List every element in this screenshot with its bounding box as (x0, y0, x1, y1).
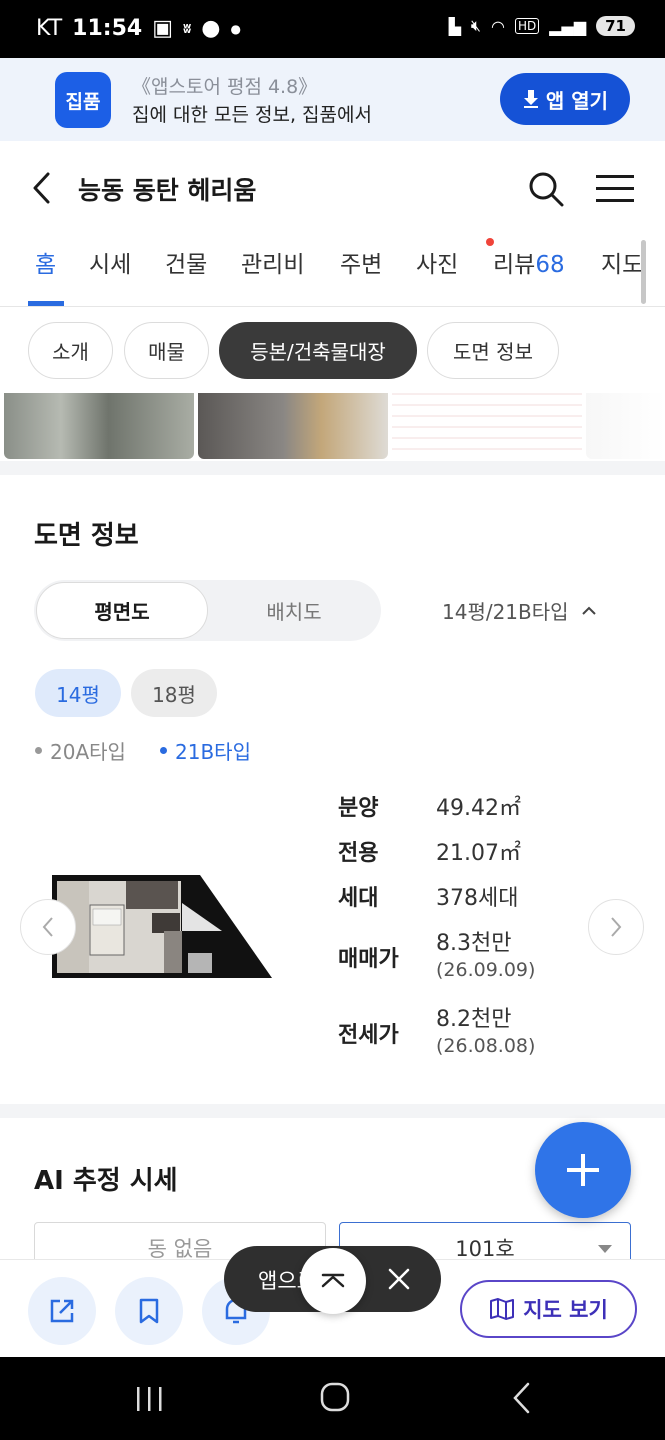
screenshot-icon: ▣ (152, 16, 173, 41)
chevron-up-icon (321, 1273, 345, 1288)
carrier: KT (36, 16, 63, 41)
chevron-right-icon (611, 917, 622, 937)
add-fab-button[interactable] (535, 1122, 631, 1218)
scrollbar[interactable] (641, 240, 646, 304)
photo-strip (0, 393, 665, 467)
back-arrow-icon[interactable] (30, 171, 54, 205)
w-icon: ʬ (183, 20, 192, 37)
mute-icon: 🔇︎ (470, 16, 481, 35)
tab-reviews[interactable]: 리뷰68 (493, 245, 565, 279)
plus-icon (567, 1154, 599, 1186)
battery-icon: 71 (596, 16, 635, 36)
hd-icon: HD (514, 18, 540, 34)
tab-maintenance-fee[interactable]: 관리비 (241, 245, 304, 279)
info-label-jeonse-price: 전세가 (338, 1023, 399, 1048)
tab-home[interactable]: 홈 (35, 245, 56, 279)
subtype-20a[interactable]: 20A타입 (35, 736, 126, 765)
photo-thumbnail[interactable] (198, 393, 388, 459)
close-icon[interactable] (386, 1266, 412, 1292)
info-date-sale-price: (26.09.09) (436, 959, 536, 981)
info-value-jeonse-price: 8.2천만 (436, 1007, 512, 1032)
app-logo: 집품 (55, 72, 111, 128)
system-navigation-bar (0, 1357, 665, 1440)
building-icon: ▙ (448, 16, 461, 36)
app-rating: 《앱스토어 평점 4.8》 (132, 76, 318, 98)
info-value-sale-price: 8.3천만 (436, 931, 512, 956)
search-icon[interactable] (528, 171, 564, 207)
clock: 11:54 (72, 16, 143, 41)
tab-bar: 홈 시세 건물 관리비 주변 사진 리뷰68 지도 (0, 231, 665, 307)
section-chips: 소개 매물 등본/건축물대장 도면 정보 (0, 307, 665, 393)
info-label-sale-price: 매매가 (338, 947, 399, 972)
app-description: 집에 대한 모든 정보, 집품에서 (132, 104, 372, 126)
type-selector[interactable]: 14평/21B타입 (442, 596, 597, 625)
photo-thumbnail[interactable] (392, 393, 582, 459)
chevron-up-icon (581, 606, 596, 615)
map-icon (490, 1298, 515, 1320)
info-date-jeonse-price: (26.08.08) (436, 1035, 536, 1057)
chevron-left-icon (42, 917, 53, 937)
ai-estimate-title: AI 추정 시세 (34, 1166, 178, 1196)
info-label-exclusive-area: 전용 (338, 841, 379, 866)
next-plan-button[interactable] (588, 899, 644, 955)
home-icon[interactable] (319, 1381, 351, 1413)
plan-view-toggle: 평면도 배치도 (34, 580, 381, 641)
section-divider (0, 461, 665, 475)
info-value-supply-area: 49.42㎡ (436, 796, 521, 821)
caret-down-icon (598, 1245, 612, 1253)
page-header: 능동 동탄 헤리움 (0, 141, 665, 231)
share-icon (50, 1299, 74, 1323)
toggle-floor-plan[interactable]: 평면도 (36, 582, 208, 639)
signal-icon: ▂▄▆ (549, 16, 587, 36)
chip-listings[interactable]: 매물 (124, 322, 209, 379)
bookmark-icon (139, 1298, 159, 1324)
view-map-button[interactable]: 지도 보기 (460, 1280, 637, 1338)
subtype-21b[interactable]: 21B타입 (160, 736, 251, 765)
toggle-site-plan[interactable]: 배치도 (208, 582, 380, 639)
back-icon[interactable] (510, 1381, 534, 1415)
section-divider (0, 1104, 665, 1118)
info-value-exclusive-area: 21.07㎡ (436, 841, 521, 866)
tab-nearby[interactable]: 주변 (340, 245, 382, 279)
info-value-households: 378세대 (436, 886, 519, 911)
photo-thumbnail[interactable] (586, 393, 665, 459)
chip-intro[interactable]: 소개 (28, 322, 113, 379)
tab-price[interactable]: 시세 (89, 245, 131, 279)
photo-thumbnail[interactable] (4, 393, 194, 459)
page-title: 능동 동탄 헤리움 (78, 176, 257, 205)
app-install-banner: 집품 《앱스토어 평점 4.8》 집에 대한 모든 정보, 집품에서 앱 열기 (0, 58, 665, 141)
download-icon (523, 90, 538, 108)
tab-photos[interactable]: 사진 (416, 245, 458, 279)
chat-icon: ● (201, 16, 221, 41)
chip-floor-plan[interactable]: 도면 정보 (427, 322, 559, 379)
open-app-button[interactable]: 앱 열기 (500, 73, 630, 125)
review-count: 68 (535, 252, 565, 278)
prev-plan-button[interactable] (20, 899, 76, 955)
info-label-supply-area: 분양 (338, 796, 379, 821)
floor-plan-image[interactable] (52, 873, 274, 981)
dot-icon: ● (230, 21, 241, 36)
tab-building[interactable]: 건물 (165, 245, 207, 279)
recent-apps-icon[interactable] (134, 1385, 164, 1413)
tab-map[interactable]: 지도 (601, 245, 643, 279)
floor-plan-title: 도면 정보 (34, 521, 139, 551)
active-tab-indicator (28, 301, 64, 306)
info-label-households: 세대 (338, 886, 379, 911)
scroll-to-top-button[interactable] (300, 1248, 366, 1314)
status-bar: KT 11:54 ▣ ʬ ● ● ▙ 🔇︎ ◠ HD ▂▄▆ 71 (0, 0, 665, 58)
chip-registry[interactable]: 등본/건축물대장 (219, 322, 417, 379)
share-button[interactable] (28, 1277, 96, 1345)
size-chip-14[interactable]: 14평 (35, 669, 121, 717)
wifi-icon: ◠ (490, 16, 505, 36)
new-review-dot (486, 238, 494, 246)
hamburger-menu-icon[interactable] (596, 173, 634, 203)
bookmark-button[interactable] (115, 1277, 183, 1345)
size-chip-18[interactable]: 18평 (131, 669, 217, 717)
